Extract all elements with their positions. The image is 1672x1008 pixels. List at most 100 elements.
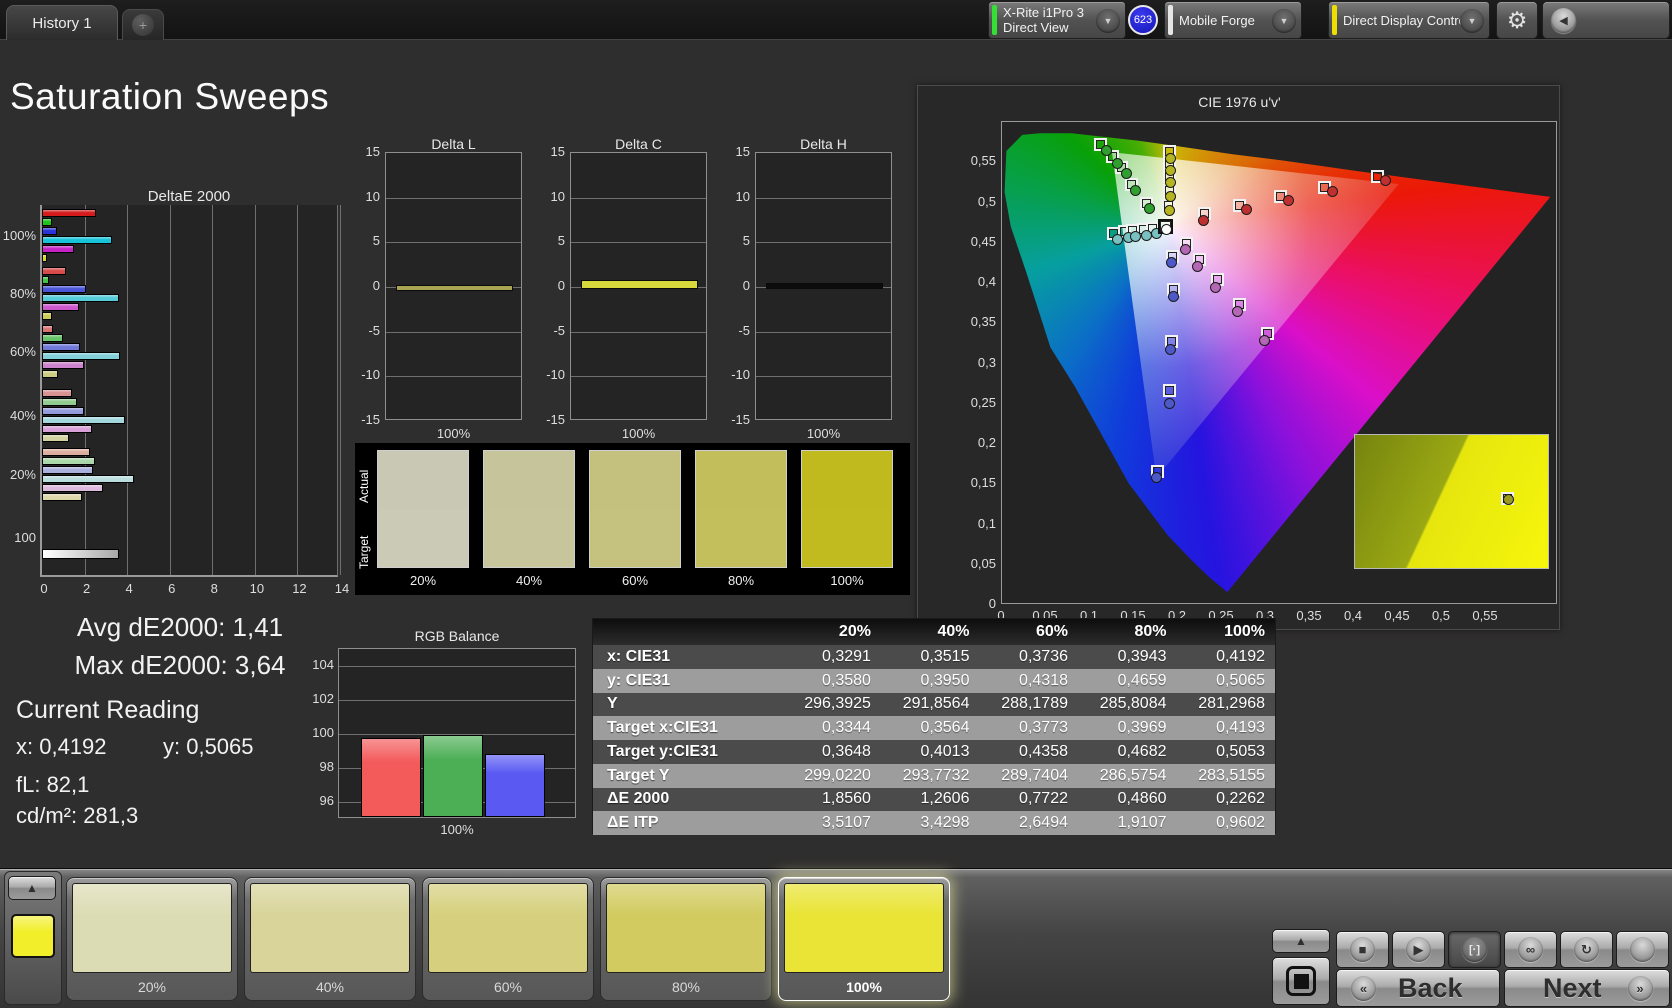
rgb-y-tick: 104 bbox=[312, 657, 334, 672]
patch-button-100%[interactable]: 100% bbox=[778, 877, 950, 1001]
chevron-down-icon[interactable]: ▼ bbox=[1460, 9, 1484, 33]
delta-y-tick: 15 bbox=[365, 144, 380, 159]
table-cell-value: 289,7404 bbox=[1001, 766, 1068, 784]
patch-color bbox=[250, 883, 410, 973]
table-cell-value: 0,4318 bbox=[1019, 671, 1068, 689]
deltae-bar bbox=[42, 466, 94, 474]
cie-measured-point bbox=[1164, 152, 1176, 164]
max-de2000-readout: Max dE2000: 3,64 bbox=[74, 650, 286, 680]
chevron-up-icon: ▲ bbox=[1295, 934, 1307, 948]
table-cell-value: 1,9107 bbox=[1117, 814, 1167, 832]
patch-button-20%[interactable]: 20% bbox=[66, 877, 238, 1001]
delta-gridline bbox=[571, 197, 706, 199]
table-cell-value: 0,4193 bbox=[1216, 719, 1266, 737]
table-row-label: Target Y bbox=[607, 766, 670, 784]
transport-expand-button[interactable]: ▲ bbox=[1272, 929, 1330, 953]
patch-panel-expand-button[interactable]: ▲ bbox=[8, 876, 56, 900]
delta-y-tick: -10 bbox=[361, 367, 380, 383]
delta-gridline bbox=[756, 242, 891, 244]
delta-l-chart: Delta L 15 10 5 0 -5 -10 -15 100% bbox=[352, 136, 524, 441]
patch-button-80%[interactable]: 80% bbox=[600, 877, 772, 1001]
rgb-gridline bbox=[339, 666, 575, 667]
cie-y-tick: 0,3 bbox=[977, 354, 996, 370]
table-cell-value: 0,4013 bbox=[920, 742, 970, 760]
source-status-stripe bbox=[1168, 5, 1173, 35]
stop-button[interactable]: ■ bbox=[1336, 931, 1389, 968]
deltae-group-label: 60% bbox=[9, 344, 36, 359]
table-cell-value: 0,3344 bbox=[822, 719, 871, 737]
patch-button-40%[interactable]: 40% bbox=[244, 877, 416, 1001]
patch-color bbox=[784, 883, 944, 973]
deltae-2000-chart: DeltaE 2000 0 2 4 6 8 10 12 14 100% 80% 60% 40% 20% 1… bbox=[0, 188, 349, 608]
extra-button[interactable] bbox=[1616, 931, 1669, 968]
app-window: History 1 + X-Rite i1Pro 3 Direct View ▼ … bbox=[0, 0, 1672, 1008]
delta-h-chart: Delta H 15 10 5 0 -5 -10 -15 100% bbox=[722, 136, 894, 441]
patch-button-60%[interactable]: 60% bbox=[422, 877, 594, 1001]
cie-x-tick: 0,35 bbox=[1296, 608, 1322, 623]
deltae-bar bbox=[42, 209, 97, 217]
delta-value-bar bbox=[396, 285, 513, 291]
play-button[interactable]: ▶ bbox=[1392, 931, 1445, 968]
repeat-button[interactable]: ↻ bbox=[1560, 931, 1613, 968]
tab-history-1[interactable]: History 1 bbox=[6, 5, 118, 40]
deltae-bar bbox=[42, 398, 78, 406]
back-button[interactable]: « Back bbox=[1336, 969, 1500, 1007]
meter-select-button[interactable]: X-Rite i1Pro 3 Direct View ▼ bbox=[988, 1, 1126, 39]
cie-y-tick: 0,2 bbox=[977, 435, 996, 450]
measure-series-button[interactable]: [·] bbox=[1448, 931, 1501, 968]
table-cell-value: 0,3564 bbox=[920, 719, 970, 737]
cie-measured-point bbox=[1258, 334, 1270, 346]
inset-measured-point bbox=[1503, 494, 1514, 505]
continuous-button[interactable]: ∞ bbox=[1504, 931, 1557, 968]
cie-chart-title: CIE 1976 u'v' bbox=[1198, 94, 1281, 110]
cie-x-tick: 0,5 bbox=[1431, 608, 1451, 623]
deltae-bar bbox=[42, 285, 86, 293]
cie-measured-point bbox=[1282, 195, 1294, 207]
add-tab-button[interactable]: + bbox=[122, 9, 164, 40]
delta-y-tick: 10 bbox=[735, 188, 750, 204]
delta-gridline bbox=[386, 197, 521, 199]
chevron-down-icon[interactable]: ▼ bbox=[1272, 9, 1296, 33]
cie-y-tick: 0,35 bbox=[970, 314, 996, 330]
meter-count-badge[interactable]: 623 bbox=[1128, 5, 1158, 35]
chevron-down-icon[interactable]: ▼ bbox=[1096, 9, 1120, 33]
deltae-bar bbox=[42, 425, 93, 433]
stop-large-button[interactable] bbox=[1272, 957, 1330, 1005]
cie-y-tick: 0,5 bbox=[977, 193, 996, 209]
deltae-gridline bbox=[254, 205, 256, 575]
table-row-label: Y bbox=[607, 695, 618, 713]
table-row: Y 296,3925 291,8564 288,1789 285,8084 281,296… bbox=[593, 692, 1275, 717]
table-cell-value: 285,8084 bbox=[1099, 695, 1167, 713]
current-fl-readout: fL: 82,1 bbox=[16, 772, 90, 797]
cie-measured-point bbox=[1111, 157, 1123, 169]
collapse-panel-button[interactable]: ◀ bbox=[1542, 1, 1670, 39]
next-button[interactable]: Next » bbox=[1504, 969, 1670, 1007]
rgb-gridline bbox=[339, 700, 575, 701]
delta-gridline bbox=[386, 331, 521, 333]
settings-gear-button[interactable]: ⚙ bbox=[1496, 1, 1538, 39]
patch-color bbox=[606, 883, 766, 973]
cie-y-tick: 0,1 bbox=[977, 515, 996, 531]
deltae-gridline bbox=[127, 205, 129, 575]
table-cell-value: 291,8564 bbox=[902, 695, 970, 713]
table-cell-value: 281,2968 bbox=[1198, 695, 1266, 713]
table-row-label: Target y:CIE31 bbox=[607, 742, 718, 760]
saturation-swatch bbox=[695, 450, 787, 568]
rgb-bar bbox=[361, 737, 421, 817]
display-control-select-button[interactable]: Direct Display Control ▼ bbox=[1328, 1, 1490, 39]
deltae-bar bbox=[42, 457, 96, 465]
source-select-button[interactable]: Mobile Forge ▼ bbox=[1164, 1, 1302, 39]
patch-label: 80% bbox=[671, 979, 701, 995]
rgb-bar bbox=[485, 754, 545, 817]
table-cell-value: 283,5155 bbox=[1198, 766, 1266, 784]
delta-gridline bbox=[571, 331, 706, 333]
deltae-group-label: 20% bbox=[9, 467, 36, 482]
table-header-cell: 20% bbox=[838, 623, 871, 640]
cie-measured-point bbox=[1130, 230, 1142, 242]
delta-x-label: 100% bbox=[436, 426, 471, 441]
delta-y-tick: -15 bbox=[361, 412, 380, 427]
deltae-bar bbox=[42, 325, 53, 333]
deltae-gridline bbox=[297, 205, 299, 575]
deltae-x-tick: 2 bbox=[82, 581, 91, 596]
cie-y-tick: 0,25 bbox=[970, 394, 996, 410]
